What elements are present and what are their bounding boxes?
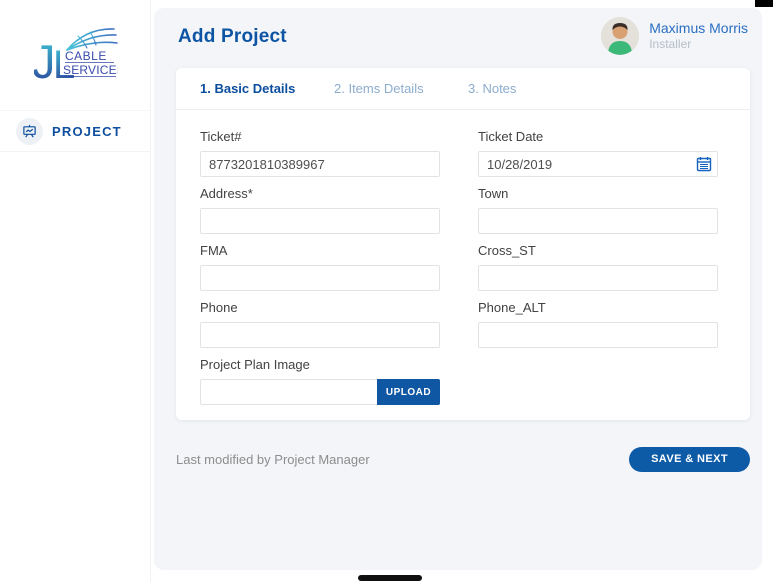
logo-word-services: SERVICES (63, 63, 118, 77)
fma-label: FMA (200, 243, 440, 258)
field-town: Town (478, 186, 718, 234)
basic-details-form: Ticket# Ticket Date (176, 110, 750, 405)
ticket-date-input[interactable] (478, 151, 718, 177)
phone-input[interactable] (200, 322, 440, 348)
town-input[interactable] (478, 208, 718, 234)
cable-services-logo-icon: J L CABLE SERVICES (34, 26, 118, 84)
ticket-label: Ticket# (200, 129, 440, 144)
phone-alt-label: Phone_ALT (478, 300, 718, 315)
field-ticket: Ticket# (200, 129, 440, 177)
page-title: Add Project (178, 26, 287, 48)
user-role: Installer (649, 37, 748, 52)
project-plan-image-label: Project Plan Image (200, 357, 440, 372)
tab-notes[interactable]: 3. Notes (468, 81, 602, 96)
home-indicator-bar (358, 575, 422, 581)
add-project-card: 1. Basic Details 2. Items Details 3. Not… (176, 68, 750, 420)
town-label: Town (478, 186, 718, 201)
field-address: Address* (200, 186, 440, 234)
panel-footer: Last modified by Project Manager SAVE & … (176, 445, 750, 473)
presentation-board-icon (16, 118, 43, 145)
tab-items-details[interactable]: 2. Items Details (334, 81, 468, 96)
project-plan-image-input[interactable] (200, 379, 377, 405)
ticket-input[interactable] (200, 151, 440, 177)
upload-button[interactable]: UPLOAD (377, 379, 440, 405)
sidebar: J L CABLE SERVICES PROJECT (0, 0, 151, 582)
field-phone: Phone (200, 300, 440, 348)
company-logo: J L CABLE SERVICES (34, 26, 118, 84)
user-avatar (601, 17, 639, 55)
fma-input[interactable] (200, 265, 440, 291)
address-input[interactable] (200, 208, 440, 234)
logo-word-cable: CABLE (65, 49, 107, 63)
user-name: Maximus Morris (649, 20, 748, 37)
field-phone-alt: Phone_ALT (478, 300, 718, 348)
field-project-plan-image: Project Plan Image UPLOAD (200, 357, 440, 405)
cross-st-label: Cross_ST (478, 243, 718, 258)
last-modified-text: Last modified by Project Manager (176, 452, 370, 467)
main-panel: Add Project Maximus Morris Installer 1. … (154, 8, 762, 570)
sidebar-item-project[interactable]: PROJECT (0, 110, 151, 152)
sidebar-item-label: PROJECT (52, 124, 122, 139)
field-fma: FMA (200, 243, 440, 291)
calendar-icon[interactable] (696, 156, 712, 172)
tab-basic-details[interactable]: 1. Basic Details (200, 81, 334, 96)
field-cross-st: Cross_ST (478, 243, 718, 291)
field-ticket-date: Ticket Date (478, 129, 718, 177)
address-label: Address* (200, 186, 440, 201)
phone-label: Phone (200, 300, 440, 315)
save-next-button[interactable]: SAVE & NEXT (629, 447, 750, 472)
window-corner-artifact-right (755, 0, 773, 7)
phone-alt-input[interactable] (478, 322, 718, 348)
wizard-tabs: 1. Basic Details 2. Items Details 3. Not… (176, 68, 750, 110)
ticket-date-label: Ticket Date (478, 129, 718, 144)
cross-st-input[interactable] (478, 265, 718, 291)
user-menu[interactable]: Maximus Morris Installer (601, 17, 748, 55)
